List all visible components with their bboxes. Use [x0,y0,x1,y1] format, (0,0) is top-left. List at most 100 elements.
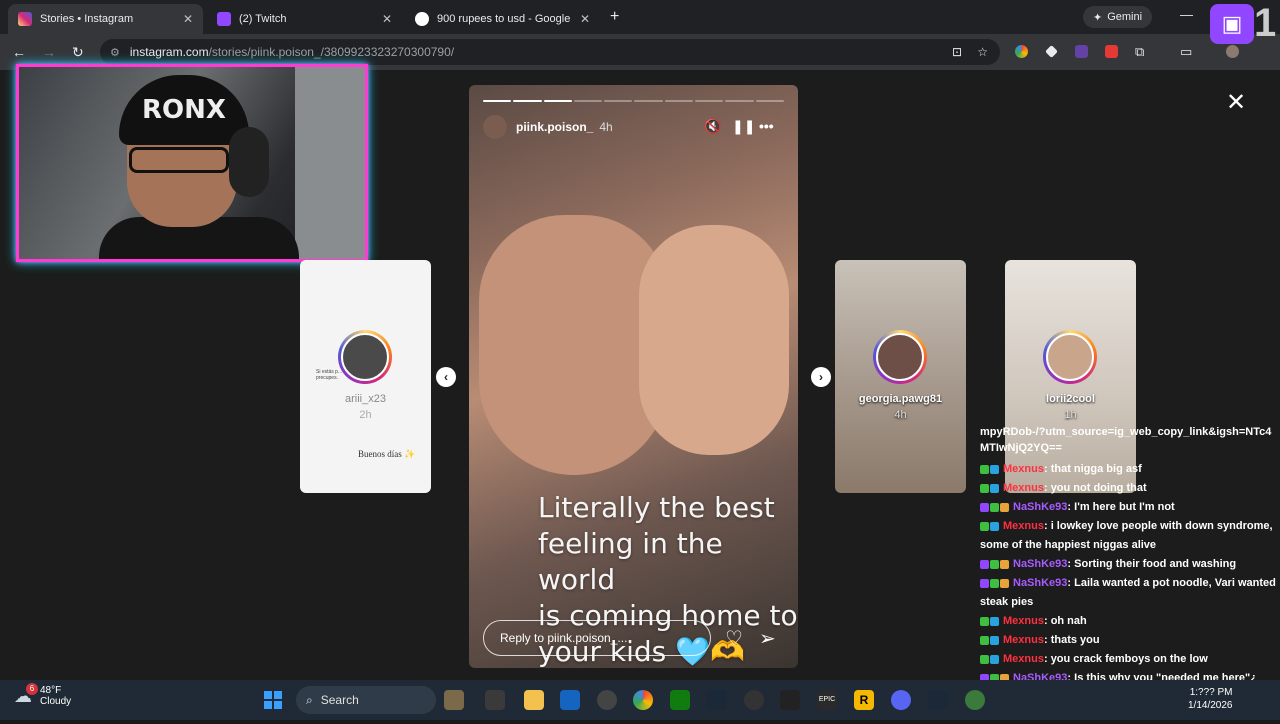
send-icon[interactable]: ➢ [759,626,776,651]
discord-icon[interactable] [891,690,911,710]
back-arrow-icon[interactable]: ← [12,44,26,60]
chat-badge-icon [980,521,989,531]
rockstar-icon[interactable]: R [854,690,874,710]
progress-segment [573,100,603,102]
taskbar-search[interactable]: ⌕ Search [296,686,436,714]
side-story-time: 1h [1064,409,1077,421]
tab-title: 900 rupees to usd - Google Sea [437,13,574,25]
story-progress-bar [483,100,784,102]
epic-games-icon[interactable]: EPIC [817,690,837,710]
chat-text: : I'm here but I'm not [1067,501,1175,513]
task-view-icon[interactable] [485,690,505,710]
store-icon[interactable] [560,690,580,710]
system-clock[interactable]: 1:??? PM 1/14/2026 [1188,686,1233,712]
site-info-icon[interactable]: ⚙ [110,46,120,59]
new-tab-button[interactable]: + [610,8,619,26]
chat-message: Mexnus: i lowkey love people with down s… [980,517,1280,555]
file-explorer-icon[interactable] [524,690,544,710]
close-stories-icon[interactable]: ✕ [1226,91,1246,115]
chat-message: Mexnus: you not doing that [980,479,1280,498]
sidepanel-icon[interactable]: ▭ [1180,44,1192,60]
extension-icon[interactable] [1105,45,1118,58]
progress-segment [513,100,542,102]
heart-icon[interactable]: ♡ [725,626,743,651]
close-tab-icon[interactable]: ✕ [183,12,193,26]
chat-text: : that nigga big asf [1043,463,1142,475]
windows-start-icon[interactable] [264,691,282,709]
tab-google[interactable]: 900 rupees to usd - Google Sea ✕ [405,4,600,34]
sparkle-icon: ✦ [1093,11,1103,24]
steam-icon[interactable] [707,690,727,710]
puzzle-icon[interactable]: ⧉ [1135,44,1144,60]
chat-username: Mexnus [1003,520,1044,532]
install-app-icon[interactable]: ⊡ [952,45,962,59]
forward-arrow-icon[interactable]: → [42,44,56,60]
chat-message: NaShKe93: I'm here but I'm not [980,498,1280,517]
gemini-button[interactable]: ✦ Gemini [1083,6,1153,28]
progress-segment [483,100,512,102]
extension-icon[interactable] [1015,45,1028,58]
app-icon[interactable] [780,690,800,710]
chat-username: Mexnus [1003,463,1044,475]
tab-instagram[interactable]: Stories • Instagram ✕ [8,4,203,34]
chat-username: NaShKe93 [1013,558,1068,570]
steam-icon[interactable] [928,690,948,710]
address-bar[interactable]: ⚙ instagram.com /stories/piink.poison_/3… [100,39,1000,65]
weather-condition: Cloudy [40,696,72,707]
instagram-icon [18,12,32,26]
xbox-icon[interactable] [670,690,690,710]
profile-avatar[interactable] [1226,45,1239,58]
chrome-icon[interactable] [633,690,653,710]
chat-badge-icon [990,654,999,664]
extension-icon[interactable] [1045,45,1058,58]
app-icon[interactable] [744,690,764,710]
chat-badge-icon [990,559,999,569]
chat-username: NaShKe93 [1013,501,1068,513]
reload-icon[interactable]: ↻ [72,44,84,61]
app-icon[interactable] [965,690,985,710]
story-photo-child [639,225,789,455]
chat-badge-icon [980,464,989,474]
tab-twitch[interactable]: (2) Twitch ✕ [207,4,402,34]
progress-segment [604,100,633,102]
chat-badge-icon [980,654,989,664]
side-story-time: 4h [894,409,907,421]
minimize-button[interactable]: — [1180,7,1193,22]
chat-username: Mexnus [1003,482,1044,494]
pause-icon[interactable]: ❚❚ [732,118,755,135]
progress-segment [725,100,754,102]
side-story-time: 2h [359,409,372,421]
chat-message: Mexnus: you crack femboys on the low [980,650,1280,669]
tab-title: (2) Twitch [239,13,287,25]
story-username[interactable]: piink.poison_ [516,120,593,134]
browser-tab-bar: Stories • Instagram ✕ (2) Twitch ✕ 900 r… [0,0,1280,34]
chat-username: Mexnus [1003,653,1044,665]
bookmark-star-icon[interactable]: ☆ [977,45,988,59]
next-story-button[interactable]: › [811,367,831,387]
story-viewer[interactable]: piink.poison_ 4h 🔇 ❚❚ ••• Literally the … [469,85,798,668]
mute-icon[interactable]: 🔇 [704,118,721,135]
progress-segment [543,100,572,102]
progress-segment [664,100,694,102]
reply-input[interactable]: Reply to piink.poison_... [483,620,711,656]
more-options-icon[interactable]: ••• [759,118,774,134]
app-icon[interactable] [597,690,617,710]
chat-badge-icon [990,616,999,626]
side-story-ariii[interactable]: Si estás p... precupes. ariii_x23 2h Bue… [300,260,431,493]
close-tab-icon[interactable]: ✕ [382,12,392,26]
story-avatar[interactable] [483,115,507,139]
chat-badge-icon [980,483,989,493]
twitch-icon [217,12,231,26]
previous-story-button[interactable]: ‹ [436,367,456,387]
twitch-extension-icon[interactable] [1075,45,1088,58]
background-wall [295,67,365,259]
chat-message: NaShKe93: Sorting their food and washing [980,555,1280,574]
side-story-georgia[interactable]: georgia.pawg81 4h [835,260,966,493]
weather-widget[interactable]: ☁ 6 48°F Cloudy [14,682,72,707]
side-story-greeting: Buenos días ✨ [358,449,416,459]
caption-line: feeling in the world [538,527,723,596]
app-icon[interactable] [444,690,464,710]
chat-badge-icon [980,559,989,569]
chat-badge-icon [980,635,989,645]
close-tab-icon[interactable]: ✕ [580,12,590,26]
